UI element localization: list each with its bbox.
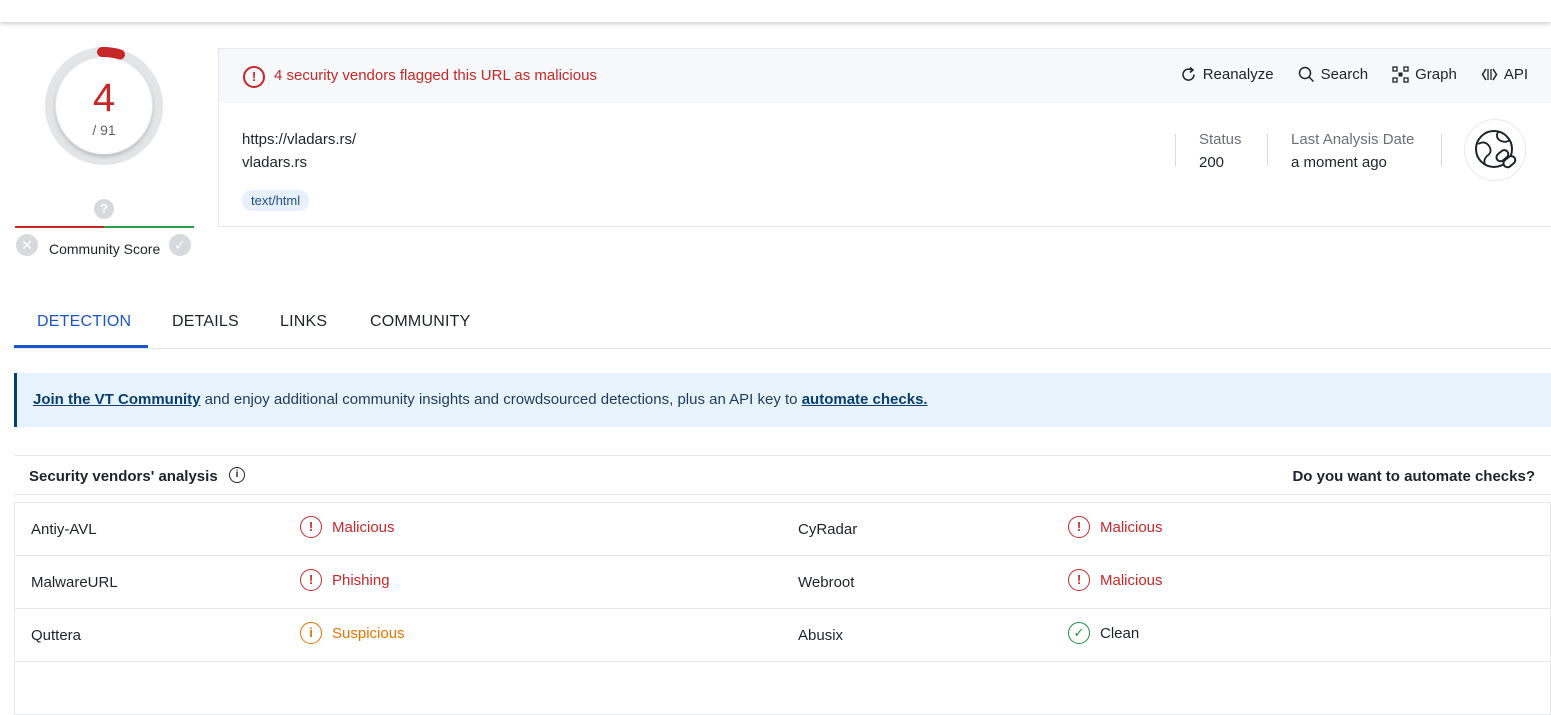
- content-type-tag[interactable]: text/html: [242, 190, 310, 211]
- reanalyze-label: Reanalyze: [1202, 66, 1274, 83]
- reanalyze-button[interactable]: Reanalyze: [1180, 66, 1274, 83]
- divider: [1267, 134, 1268, 166]
- community-score-label: Community Score: [49, 241, 161, 257]
- info-icon[interactable]: i: [229, 467, 245, 483]
- result-label: Malicious: [1100, 518, 1163, 536]
- search-icon: [1298, 66, 1314, 83]
- divider: [1441, 134, 1442, 166]
- result-label: Malicious: [1100, 571, 1163, 589]
- api-icon: [1481, 68, 1498, 81]
- api-button[interactable]: API: [1481, 66, 1528, 83]
- vendor-result: ✓ Clean: [1068, 622, 1139, 644]
- tab-links[interactable]: LINKS: [280, 313, 327, 331]
- vendor-total: / 91: [92, 122, 116, 138]
- url-type-badge: [1464, 119, 1526, 181]
- vendor-name: Antiy-AVL: [31, 521, 97, 538]
- alert-icon: !: [243, 66, 265, 88]
- vendor-result: ! Phishing: [300, 569, 390, 591]
- tab-details[interactable]: DETAILS: [172, 313, 239, 331]
- malicious-icon: !: [1068, 569, 1090, 591]
- table-row: [15, 662, 1550, 715]
- community-score-bar-negative: [15, 226, 104, 228]
- table-row: MalwareURL ! Phishing Webroot ! Malicious: [15, 556, 1550, 609]
- globe-link-icon: [1475, 130, 1517, 169]
- top-navigation-bar: [0, 0, 1551, 22]
- vendor-name: Webroot: [798, 574, 855, 591]
- search-button[interactable]: Search: [1298, 66, 1369, 83]
- last-analysis-date-label: Last Analysis Date: [1291, 131, 1415, 148]
- divider: [1175, 134, 1176, 166]
- action-toolbar: Reanalyze Search Graph API: [1180, 66, 1528, 83]
- score-center: 4 / 91: [56, 58, 152, 154]
- malicious-icon: !: [300, 516, 322, 538]
- detection-count: 4: [92, 76, 116, 120]
- malicious-icon: !: [1068, 516, 1090, 538]
- automate-checks-link[interactable]: automate checks.: [802, 391, 928, 408]
- vendors-analysis-title: Security vendors' analysis: [29, 468, 218, 485]
- vendors-table: Antiy-AVL ! Malicious CyRadar ! Malicious …: [14, 502, 1551, 715]
- malicious-icon: !: [300, 569, 322, 591]
- alert-bar: ! 4 security vendors flagged this URL as…: [219, 49, 1551, 103]
- vendor-result: ! Malicious: [1068, 569, 1163, 591]
- detection-score-gauge: 4 / 91: [44, 46, 164, 166]
- vote-harmless-button[interactable]: ✓: [169, 234, 191, 256]
- banner-text: Join the VT Community and enjoy addition…: [33, 391, 928, 408]
- community-score-bar-positive: [104, 226, 194, 228]
- tab-community[interactable]: COMMUNITY: [370, 313, 470, 331]
- result-label: Suspicious: [332, 624, 405, 642]
- status-value: 200: [1199, 154, 1225, 171]
- result-label: Phishing: [332, 571, 390, 589]
- graph-icon: [1392, 66, 1409, 83]
- banner-message: and enjoy additional community insights …: [200, 391, 802, 408]
- vendors-analysis-header: Security vendors' analysis i Do you want…: [14, 455, 1551, 495]
- last-analysis-date-value: a moment ago: [1291, 154, 1387, 171]
- active-tab-indicator: [14, 345, 148, 348]
- vendor-name: CyRadar: [798, 521, 858, 538]
- community-banner: Join the VT Community and enjoy addition…: [14, 373, 1551, 427]
- vendor-name: Abusix: [798, 627, 844, 644]
- refresh-icon: [1181, 66, 1195, 81]
- api-label: API: [1503, 66, 1528, 83]
- url-summary-card: ! 4 security vendors flagged this URL as…: [218, 48, 1551, 227]
- join-community-link[interactable]: Join the VT Community: [33, 391, 201, 408]
- scanned-domain[interactable]: vladars.rs: [242, 154, 307, 171]
- community-score-value: ?: [94, 199, 114, 219]
- result-label: Malicious: [332, 518, 395, 536]
- automate-checks-question[interactable]: Do you want to automate checks?: [1292, 468, 1535, 485]
- vote-malicious-button[interactable]: ✕: [16, 234, 38, 256]
- tab-detection[interactable]: DETECTION: [37, 313, 131, 331]
- vendor-name: Quttera: [31, 627, 82, 644]
- alert-message: 4 security vendors flagged this URL as m…: [274, 67, 597, 84]
- search-label: Search: [1320, 66, 1369, 83]
- result-label: Clean: [1100, 624, 1140, 642]
- graph-label: Graph: [1415, 66, 1457, 83]
- report-tabs: DETECTION DETAILS LINKS COMMUNITY: [14, 300, 1551, 349]
- suspicious-icon: i: [300, 622, 322, 644]
- vendor-result: ! Malicious: [1068, 516, 1163, 538]
- graph-button[interactable]: Graph: [1392, 66, 1457, 83]
- table-row: Antiy-AVL ! Malicious CyRadar ! Malicious: [15, 503, 1550, 556]
- clean-check-icon: ✓: [1068, 622, 1090, 644]
- vendor-name: MalwareURL: [31, 574, 118, 591]
- vendor-result: ! Malicious: [300, 516, 395, 538]
- status-label: Status: [1199, 131, 1242, 148]
- vendor-result: i Suspicious: [300, 622, 405, 644]
- table-row: Quttera i Suspicious Abusix ✓ Clean: [15, 609, 1550, 662]
- scanned-url[interactable]: https://vladars.rs/: [242, 131, 356, 148]
